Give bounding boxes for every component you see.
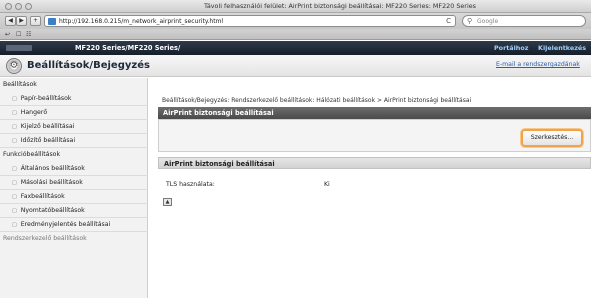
sidebar-item-common-settings[interactable]: Általános beállítások: [12, 165, 85, 172]
sidebar-item-printer-settings[interactable]: Nyomtatóbeállítások: [12, 207, 85, 214]
settings-table-header: AirPrint biztonsági beállításai: [158, 157, 591, 169]
settings-table-title: AirPrint biztonsági beállításai: [164, 160, 275, 168]
forward-button[interactable]: ▶: [16, 16, 27, 26]
sidebar-item-report-settings[interactable]: Eredményjelentés beállításai: [12, 221, 111, 228]
sidebar-divider: [0, 119, 148, 120]
search-icon: ⚲: [467, 17, 473, 25]
tls-value: Ki: [324, 181, 330, 188]
portal-link[interactable]: Portálhoz: [494, 44, 528, 52]
device-header-bar: MF220 Series/MF220 Series/ Portálhoz Kij…: [0, 41, 591, 55]
section-title: AirPrint biztonsági beállításai: [163, 109, 274, 117]
sidebar-section-system-management[interactable]: Rendszerkezelő beállítások: [3, 235, 87, 242]
search-placeholder[interactable]: Google: [477, 18, 498, 25]
reload-icon[interactable]: C: [446, 17, 451, 25]
sidebar-item-fax-settings[interactable]: Faxbeállítások: [12, 193, 65, 200]
sidebar-divider: [0, 133, 148, 134]
sidebar-item-volume[interactable]: Hangerő: [12, 109, 47, 116]
sidebar-divider: [0, 175, 148, 176]
sidebar-divider: [0, 217, 148, 218]
sidebar-item-timer-settings[interactable]: Időzítő beállításai: [12, 137, 75, 144]
window-titlebar: Távoli felhasználói felület: AirPrint bi…: [0, 0, 591, 13]
bookmarks-bar: ↩ ☐ ☷: [0, 29, 591, 40]
site-favicon-icon: [48, 18, 56, 25]
search-field[interactable]: ⚲ Google: [462, 15, 586, 27]
logout-link[interactable]: Kijelentkezés: [538, 44, 586, 52]
minimize-window-button[interactable]: [15, 3, 22, 10]
sidebar-item-display-settings[interactable]: Kijelző beállításai: [12, 123, 75, 130]
bookmark-grid-icon[interactable]: ☷: [26, 31, 31, 38]
breadcrumb: Beállítások/Bejegyzés: Rendszerkezelő be…: [162, 97, 472, 104]
page-header: ⚙ Beállítások/Bejegyzés E-mail a rendsze…: [0, 55, 591, 77]
sidebar-divider: [0, 189, 148, 190]
device-title: MF220 Series/MF220 Series/: [75, 44, 181, 52]
sidebar-divider: [0, 203, 148, 204]
email-admin-link[interactable]: E-mail a rendszergazdának: [496, 61, 580, 68]
sidebar-menu: Beállítások Papír-beállítások Hangerő Ki…: [0, 78, 148, 298]
settings-gear-icon: ⚙: [6, 58, 22, 74]
zoom-window-button[interactable]: [25, 3, 32, 10]
brand-logo-icon: [6, 45, 32, 51]
section-header: AirPrint biztonsági beállításai: [158, 107, 591, 119]
sidebar-divider: [0, 147, 148, 148]
back-to-top-icon[interactable]: ▲: [163, 198, 172, 206]
add-bookmark-button[interactable]: +: [30, 16, 41, 26]
sidebar-item-paper-settings[interactable]: Papír-beállítások: [12, 95, 72, 102]
sidebar-section-function-settings[interactable]: Funkcióbeállítások: [3, 151, 60, 158]
window-title: Távoli felhasználói felület: AirPrint bi…: [204, 2, 476, 10]
page-title: Beállítások/Bejegyzés: [27, 60, 150, 71]
url-text[interactable]: http://192.168.0.215/m_network_airprint_…: [59, 18, 223, 25]
sidebar-divider: [0, 105, 148, 106]
edit-button[interactable]: Szerkesztés...: [521, 129, 583, 147]
sidebar-item-copy-settings[interactable]: Másolási beállítások: [12, 179, 83, 186]
address-bar[interactable]: http://192.168.0.215/m_network_airprint_…: [44, 15, 456, 27]
tls-label: TLS használata:: [166, 181, 215, 188]
bookmark-sidebar-icon[interactable]: ☐: [16, 31, 21, 38]
back-button[interactable]: ◀: [5, 16, 16, 26]
sidebar-divider: [0, 231, 148, 232]
browser-toolbar: ◀ ▶ + http://192.168.0.215/m_network_air…: [0, 13, 591, 29]
bookmark-back-icon[interactable]: ↩: [5, 31, 10, 38]
sidebar-section-settings[interactable]: Beállítások: [3, 81, 37, 88]
close-window-button[interactable]: [5, 3, 12, 10]
